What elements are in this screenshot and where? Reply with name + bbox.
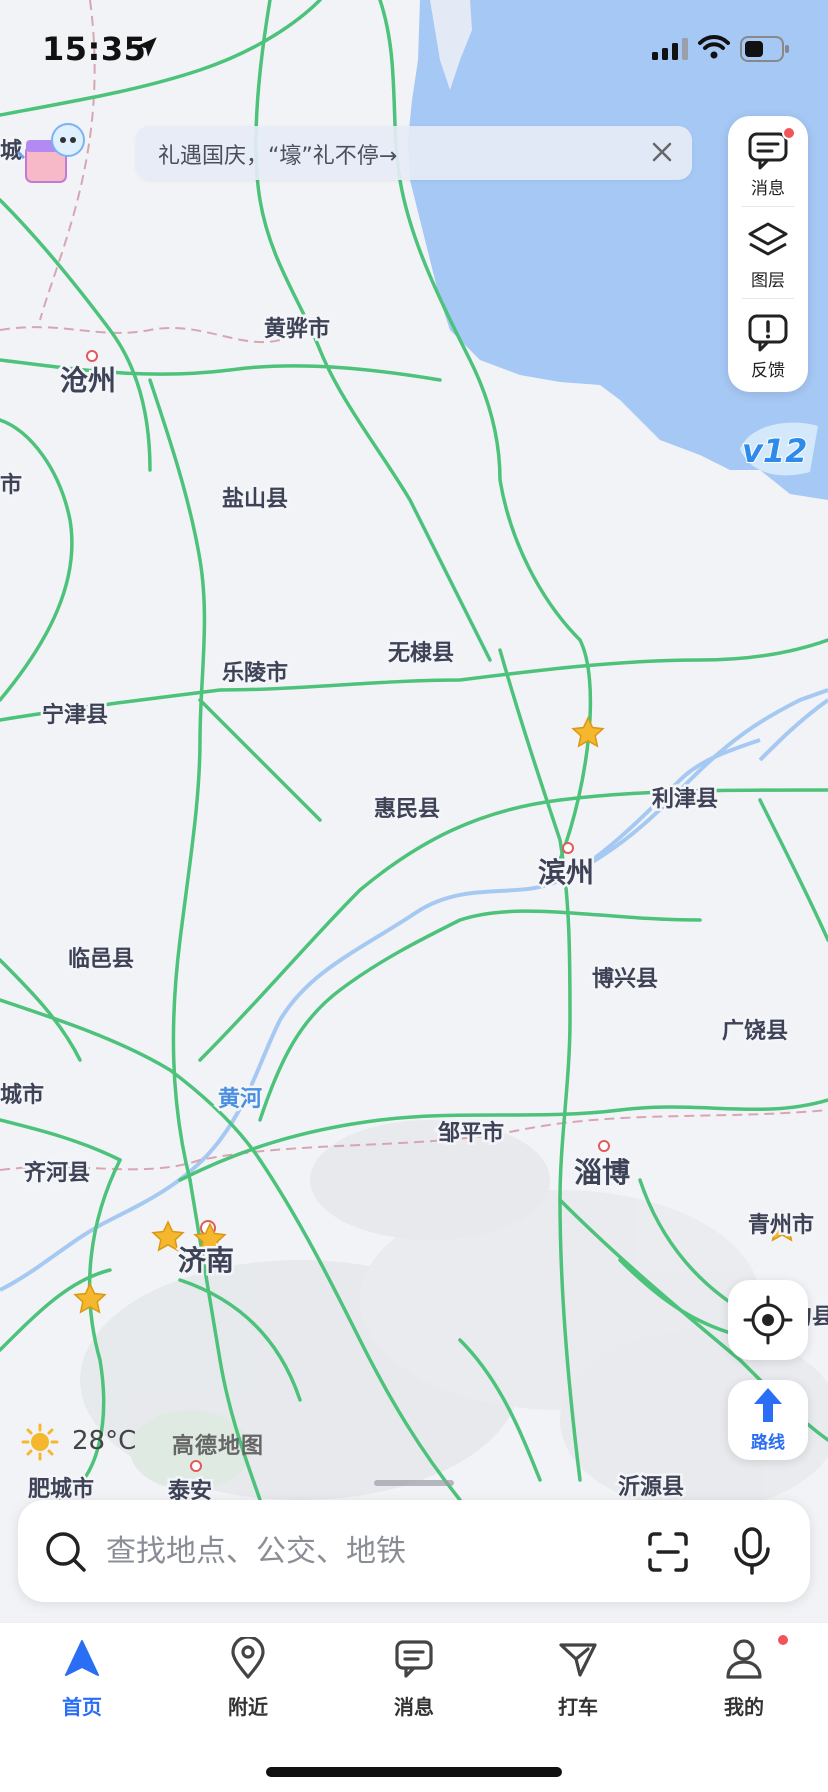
layers-icon bbox=[748, 222, 788, 256]
wifi-icon bbox=[698, 35, 730, 59]
promo-text: 礼遇国庆，“壕”礼不停→ bbox=[158, 144, 398, 169]
city-label: 齐河县 bbox=[24, 1160, 90, 1186]
map-tools-panel: 消息 图层 反馈 bbox=[728, 116, 808, 392]
city-label-zibo: 淄博 bbox=[574, 1156, 630, 1189]
city-label: 临邑县 bbox=[68, 946, 134, 972]
city-label: 广饶县 bbox=[722, 1018, 788, 1044]
tool-label: 消息 bbox=[751, 179, 785, 199]
status-bar: 15:35 bbox=[0, 0, 828, 100]
mascot-avatar-icon[interactable] bbox=[16, 118, 92, 194]
city-label: 惠民县 bbox=[374, 797, 440, 822]
tab-label: 我的 bbox=[724, 1695, 764, 1719]
route-label: 路线 bbox=[751, 1433, 785, 1453]
close-icon[interactable] bbox=[648, 138, 676, 166]
city-label: 城市 bbox=[0, 1082, 44, 1108]
message-icon bbox=[395, 1640, 433, 1678]
notification-dot bbox=[782, 126, 796, 140]
search-input[interactable] bbox=[106, 1526, 526, 1576]
tool-messages-button[interactable]: 消息 bbox=[728, 116, 808, 206]
notification-dot bbox=[776, 1633, 790, 1647]
search-bar[interactable] bbox=[18, 1500, 810, 1602]
city-label: 市 bbox=[0, 472, 22, 498]
city-label: 利津县 bbox=[652, 786, 718, 812]
tool-feedback-button[interactable]: 反馈 bbox=[728, 298, 808, 388]
city-label: 无棣县 bbox=[388, 640, 454, 666]
divider bbox=[742, 206, 794, 207]
taxi-icon bbox=[559, 1643, 597, 1677]
tab-label: 附近 bbox=[228, 1695, 268, 1719]
tool-label: 反馈 bbox=[751, 361, 785, 381]
city-label: 沂源县 bbox=[618, 1475, 684, 1500]
city-label: 黄骅市 bbox=[264, 316, 330, 342]
tab-label: 首页 bbox=[62, 1695, 102, 1719]
temperature: 28°C bbox=[72, 1426, 137, 1456]
microphone-icon[interactable] bbox=[730, 1526, 774, 1576]
city-label-binzhou: 滨州 bbox=[538, 856, 594, 889]
city-label: 宁津县 bbox=[42, 702, 108, 728]
tool-layers-button[interactable]: 图层 bbox=[728, 208, 808, 298]
map-watermark-logo: 高德地图 bbox=[172, 1434, 265, 1459]
city-label: 乐陵市 bbox=[222, 660, 288, 686]
route-button[interactable]: 路线 bbox=[728, 1380, 808, 1460]
tab-taxi[interactable]: 打车 bbox=[518, 1637, 638, 1727]
city-label: 青州市 bbox=[748, 1212, 814, 1238]
feedback-icon bbox=[748, 314, 788, 352]
bottom-tab-bar: 首页 附近 消息 打车 我的 bbox=[0, 1622, 828, 1792]
tab-home[interactable]: 首页 bbox=[22, 1637, 142, 1727]
tab-profile[interactable]: 我的 bbox=[684, 1633, 804, 1727]
home-indicator[interactable] bbox=[266, 1767, 562, 1777]
person-icon bbox=[726, 1639, 762, 1679]
city-label: 博兴县 bbox=[592, 966, 658, 992]
cellular-signal-icon bbox=[652, 38, 688, 60]
v12-text: v12 bbox=[742, 432, 807, 470]
city-label-jinan: 济南 bbox=[178, 1244, 234, 1277]
scan-icon[interactable] bbox=[646, 1530, 690, 1574]
tab-label: 打车 bbox=[558, 1695, 598, 1719]
sun-icon bbox=[21, 1423, 59, 1461]
weather-widget[interactable]: 28°C bbox=[20, 1422, 136, 1462]
tab-nearby[interactable]: 附近 bbox=[188, 1637, 308, 1727]
location-arrow-icon bbox=[137, 37, 157, 57]
route-arrow-icon bbox=[754, 1388, 782, 1422]
crosshair-icon bbox=[743, 1295, 793, 1345]
status-time: 15:35 bbox=[42, 30, 147, 68]
promo-banner[interactable]: 礼遇国庆，“壕”礼不停→ bbox=[136, 126, 692, 180]
locate-me-button[interactable] bbox=[728, 1280, 808, 1360]
city-label-cangzhou: 沧州 bbox=[60, 364, 116, 397]
battery-icon bbox=[740, 36, 789, 62]
search-icon bbox=[46, 1532, 86, 1572]
city-label: 盐山县 bbox=[222, 487, 288, 512]
tool-label: 图层 bbox=[751, 271, 785, 291]
city-label: 邹平市 bbox=[438, 1120, 504, 1146]
tab-label: 消息 bbox=[394, 1695, 434, 1719]
tab-messages[interactable]: 消息 bbox=[354, 1637, 474, 1727]
river-label: 黄河 bbox=[218, 1087, 262, 1112]
city-label: 肥城市 bbox=[28, 1476, 94, 1502]
location-pin-icon bbox=[231, 1637, 265, 1679]
navigate-arrow-icon bbox=[65, 1640, 99, 1676]
v12-badge[interactable]: v12 bbox=[730, 414, 824, 484]
drag-handle[interactable] bbox=[374, 1480, 454, 1486]
